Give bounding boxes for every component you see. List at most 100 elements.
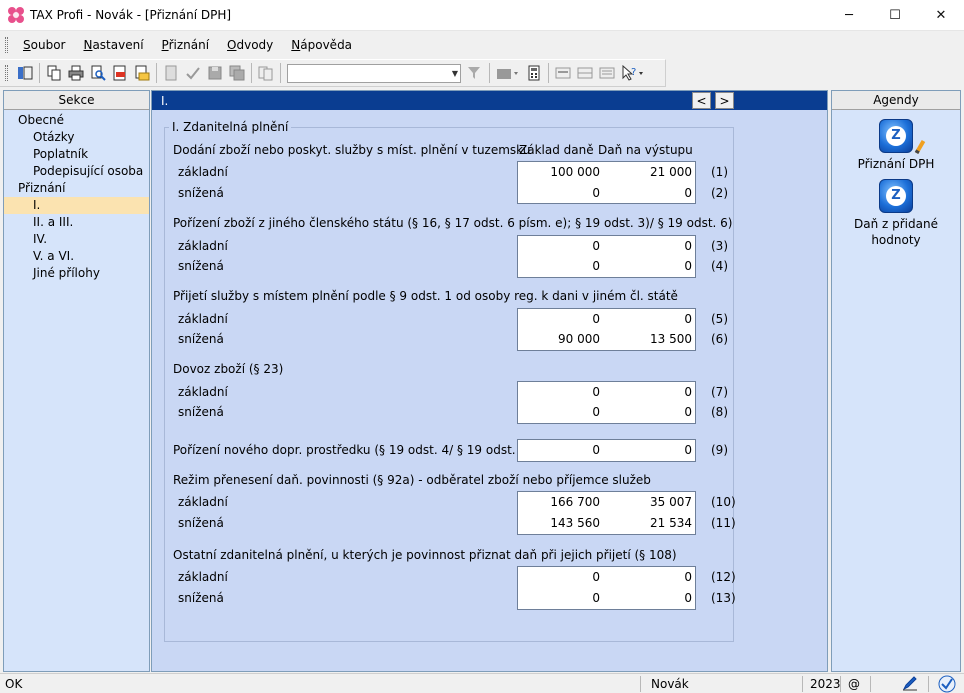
folder-button[interactable] [494,63,522,83]
row-label-4: snížená [178,259,224,273]
title-bar: TAX Profi - Novák - [Přiznání DPH] ─ ☐ ✕ [0,0,964,31]
signature-pen-icon[interactable] [902,675,918,693]
filter-combo[interactable]: ▼ [287,63,461,83]
section-title-5: Pořízení nového dopr. prostředku (§ 19 o… [173,443,532,457]
calculator-button[interactable] [524,63,544,83]
base-input-13[interactable]: 0 [520,591,600,605]
menubar-grip[interactable] [5,37,8,53]
base-input-10[interactable]: 166 700 [520,495,600,509]
base-input-1[interactable]: 100 000 [520,165,600,179]
filter-button[interactable] [465,63,485,83]
base-input-4[interactable]: 0 [520,259,600,273]
chevron-down-icon: ▼ [451,68,458,78]
minimize-button[interactable]: ─ [826,0,872,31]
menu-soubor[interactable]: Soubor [14,38,74,52]
base-input-11[interactable]: 143 560 [520,516,600,530]
status-at: @ [848,677,860,691]
agenda-dan-z-pridane-hodnoty[interactable]: Z Daň z přidané hodnoty [832,179,960,248]
print-button[interactable] [66,63,86,83]
agenda-priznani-dph[interactable]: Z Přiznání DPH [832,119,960,172]
form-view-button[interactable] [553,63,573,83]
tree-item-ii-iii[interactable]: II. a III. [4,214,149,231]
print-preview-button[interactable] [88,63,108,83]
base-input-5[interactable]: 0 [520,312,600,326]
duplicate-button[interactable] [256,63,276,83]
menu-bar: Soubor Nastavení Přiznání Odvody Nápověd… [0,32,964,58]
toolbar-separator [280,63,281,83]
row-label-3: základní [178,239,228,253]
tree-item-i[interactable]: I. [4,197,149,214]
pdf-export-button[interactable] [110,63,130,83]
panels-icon [18,66,33,80]
menu-nastaveni-label: astavení [92,38,144,52]
check-status-icon[interactable] [938,675,956,693]
menu-odvody[interactable]: Odvody [218,38,282,52]
tree-item-v-vi[interactable]: V. a VI. [4,248,149,265]
row-label-2: snížená [178,186,224,200]
toolbar-separator [489,63,490,83]
duplicate-icon [258,66,273,81]
next-section-button[interactable]: > [715,92,734,109]
help-button[interactable]: ? [619,63,647,83]
section-title-3: Přijetí služby s místem plnění podle § 9… [173,289,678,303]
base-input-3[interactable]: 0 [520,239,600,253]
tax-input-8[interactable]: 0 [612,405,692,419]
menu-priznani[interactable]: Přiznání [153,38,219,52]
list-icon [599,67,615,79]
menu-odvody-label: dvody [236,38,274,52]
tax-input-6[interactable]: 13 500 [612,332,692,346]
base-input-12[interactable]: 0 [520,570,600,584]
base-input-6[interactable]: 90 000 [520,332,600,346]
tax-input-1[interactable]: 21 000 [612,165,692,179]
menu-napoveda[interactable]: Nápověda [282,38,361,52]
list-view-button[interactable] [597,63,617,83]
check-button[interactable] [183,63,203,83]
base-input-2[interactable]: 0 [520,186,600,200]
close-icon: ✕ [935,8,947,23]
tax-input-12[interactable]: 0 [612,570,692,584]
tree-item-iv[interactable]: IV. [4,231,149,248]
close-button[interactable]: ✕ [918,0,964,31]
form-area: I. Zdanitelná plnění Základ daně Daň na … [153,111,826,671]
row-number-12: (12) [711,570,736,584]
email-send-button[interactable] [132,63,152,83]
tax-input-13[interactable]: 0 [612,591,692,605]
menu-nastaveni[interactable]: Nastavení [74,38,152,52]
row-number-13: (13) [711,591,736,605]
tree-item-jine-prilohy[interactable]: Jiné přílohy [4,265,149,282]
base-input-9[interactable]: 0 [520,443,600,457]
tax-input-11[interactable]: 21 534 [612,516,692,530]
tax-input-4[interactable]: 0 [612,259,692,273]
prev-section-button[interactable]: < [692,92,711,109]
toolbar-grip[interactable] [5,65,8,81]
maximize-button[interactable]: ☐ [872,0,918,31]
tax-input-3[interactable]: 0 [612,239,692,253]
table-view-button[interactable] [575,63,595,83]
save-all-button[interactable] [227,63,247,83]
copy-button[interactable] [44,63,64,83]
input-box-1-2: 100 000 21 000 0 0 [517,161,696,204]
tree-item-obecne[interactable]: Obecné [4,112,149,129]
tax-input-2[interactable]: 0 [612,186,692,200]
panels-toggle-button[interactable] [15,63,35,83]
help-cursor-icon: ? [622,65,643,81]
menu-soubor-label: oubor [30,38,66,52]
tree-item-podepisujici-osoba[interactable]: Podepisující osoba [4,163,149,180]
tax-input-5[interactable]: 0 [612,312,692,326]
base-input-8[interactable]: 0 [520,405,600,419]
new-doc-button[interactable] [161,63,181,83]
tree-item-priznani[interactable]: Přiznání [4,180,149,197]
tree-item-otazky[interactable]: Otázky [4,129,149,146]
svg-text:?: ? [631,67,636,78]
tree-item-poplatnik[interactable]: Poplatník [4,146,149,163]
pdf-icon [113,65,126,81]
save-icon [208,66,222,80]
save-button[interactable] [205,63,225,83]
tax-input-10[interactable]: 35 007 [612,495,692,509]
base-input-7[interactable]: 0 [520,385,600,399]
tax-input-7[interactable]: 0 [612,385,692,399]
menu-napoveda-mnemonic: N [291,38,301,52]
status-divider [802,676,803,692]
menu-napoveda-label: ápověda [300,38,353,52]
tax-input-9[interactable]: 0 [612,443,692,457]
